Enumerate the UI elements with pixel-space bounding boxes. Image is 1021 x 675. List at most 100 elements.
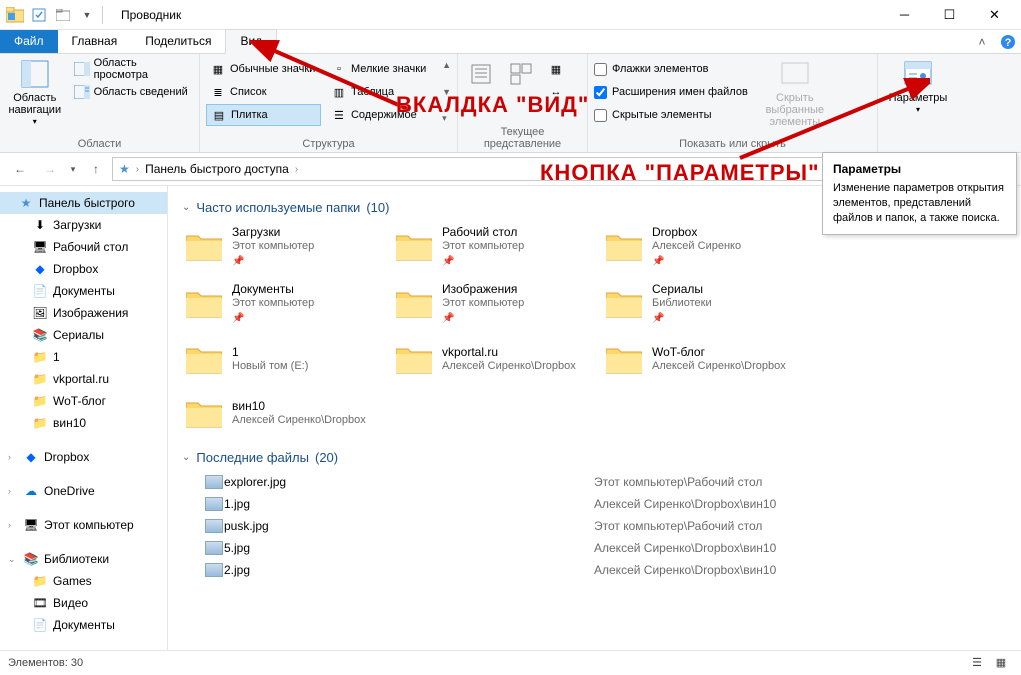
folder-location: Алексей Сиренко\Dropbox <box>652 360 786 374</box>
tree-onedrive[interactable]: ›☁OneDrive <box>0 480 167 502</box>
file-row[interactable]: 1.jpgАлексей Сиренко\Dropbox\вин10 <box>182 493 1007 515</box>
tree-documents[interactable]: 📄Документы <box>0 280 167 302</box>
sort-by-button[interactable] <box>464 58 498 103</box>
add-columns-button[interactable]: ▦ <box>544 58 568 80</box>
document-icon: 📄 <box>32 617 48 633</box>
folder-icon: 📁 <box>32 393 48 409</box>
view-details-button[interactable]: ☰ <box>965 653 989 673</box>
file-row[interactable]: explorer.jpgЭтот компьютер\Рабочий стол <box>182 471 1007 493</box>
tree-serials[interactable]: 📚Сериалы <box>0 324 167 346</box>
folder-name: Рабочий стол <box>442 225 524 240</box>
folder-name: Загрузки <box>232 225 314 240</box>
checkbox-hidden-items[interactable]: Скрытые элементы <box>594 104 748 126</box>
layout-list[interactable]: ≣Список <box>206 81 321 103</box>
qat-dropdown-icon[interactable]: ▼ <box>76 4 98 26</box>
file-row[interactable]: 5.jpgАлексей Сиренко\Dropbox\вин10 <box>182 537 1007 559</box>
file-row[interactable]: pusk.jpgЭтот компьютер\Рабочий стол <box>182 515 1007 537</box>
nav-up-button[interactable]: ↑ <box>82 156 110 182</box>
nav-recent-dropdown[interactable]: ▾ <box>66 156 80 182</box>
file-row[interactable]: 2.jpgАлексей Сиренко\Dropbox\вин10 <box>182 559 1007 581</box>
tree-dropbox-root[interactable]: ›◆Dropbox <box>0 446 167 468</box>
collapse-ribbon-icon[interactable]: ˄ <box>969 31 995 53</box>
folder-name: Сериалы <box>652 282 712 297</box>
group-label-layout: Структура <box>206 136 451 150</box>
tree-libraries[interactable]: ⌄📚Библиотеки <box>0 548 167 570</box>
folder-icon <box>394 340 434 380</box>
tab-share[interactable]: Поделиться <box>131 30 225 53</box>
minimize-button[interactable]: ─ <box>882 1 927 29</box>
layout-scroll-down-icon[interactable]: ▼ <box>442 87 451 97</box>
folder-tile[interactable]: ДокументыЭтот компьютер📌 <box>182 278 392 335</box>
ribbon-group-panes: Область навигации ▾ Область просмотра Об… <box>0 54 200 152</box>
chevron-down-icon: ⌄ <box>182 452 190 463</box>
folder-tile[interactable]: WoT-блогАлексей Сиренко\Dropbox <box>602 336 812 390</box>
checkbox-item-checkboxes[interactable]: Флажки элементов <box>594 58 748 80</box>
file-path: Алексей Сиренко\Dropbox\вин10 <box>594 497 776 511</box>
tree-one[interactable]: 📁1 <box>0 346 167 368</box>
maximize-button[interactable]: ☐ <box>927 1 972 29</box>
navigation-tree[interactable]: ★Панель быстрого ⬇Загрузки 🖥Рабочий стол… <box>0 186 168 650</box>
separator <box>102 6 103 24</box>
chevron-down-icon: ⌄ <box>182 202 190 213</box>
qat-properties-icon[interactable] <box>28 4 50 26</box>
tree-pictures[interactable]: 🖼Изображения <box>0 302 167 324</box>
tree-downloads[interactable]: ⬇Загрузки <box>0 214 167 236</box>
hide-selected-button[interactable]: Скрыть выбранные элементы <box>754 58 836 128</box>
folder-name: вин10 <box>232 399 366 414</box>
layout-regular-icons[interactable]: ▦Обычные значки <box>206 58 321 80</box>
tab-home[interactable]: Главная <box>58 30 132 53</box>
group-by-button[interactable] <box>504 58 538 103</box>
folder-tile[interactable]: ИзображенияЭтот компьютер📌 <box>392 278 602 335</box>
layout-expand-icon[interactable]: ▾ <box>442 113 451 124</box>
image-file-icon <box>204 517 224 535</box>
download-icon: ⬇ <box>32 217 48 233</box>
tree-desktop[interactable]: 🖥Рабочий стол <box>0 236 167 258</box>
file-name: pusk.jpg <box>224 519 594 533</box>
tree-this-pc[interactable]: ›🖥Этот компьютер <box>0 514 167 536</box>
tab-view[interactable]: Вид <box>225 29 277 54</box>
layout-content[interactable]: ☰Содержимое <box>327 104 436 126</box>
file-path: Этот компьютер\Рабочий стол <box>594 475 762 489</box>
layout-scroll-up-icon[interactable]: ▲ <box>442 60 451 70</box>
folder-icon: 📁 <box>32 415 48 431</box>
folder-tile[interactable]: Рабочий столЭтот компьютер📌 <box>392 221 602 278</box>
folder-tile[interactable]: vkportal.ruАлексей Сиренко\Dropbox <box>392 336 602 390</box>
folder-location: Этот компьютер <box>232 297 314 311</box>
view-tiles-button[interactable]: ▦ <box>989 653 1013 673</box>
folder-tile[interactable]: ЗагрузкиЭтот компьютер📌 <box>182 221 392 278</box>
qat-new-folder-icon[interactable] <box>52 4 74 26</box>
layout-table[interactable]: ▥Таблица <box>327 81 436 103</box>
checkbox-extensions[interactable]: Расширения имен файлов <box>594 81 748 103</box>
folder-tile[interactable]: вин10Алексей Сиренко\Dropbox <box>182 390 392 444</box>
layout-tiles[interactable]: ▤Плитка <box>206 104 321 126</box>
help-icon[interactable]: ? <box>995 31 1021 53</box>
navigation-pane-button[interactable]: Область навигации ▾ <box>6 58 64 127</box>
folder-tile[interactable]: DropboxАлексей Сиренко📌 <box>602 221 812 278</box>
preview-pane-button[interactable]: Область просмотра <box>70 58 193 80</box>
tree-wot[interactable]: 📁WoT-блог <box>0 390 167 412</box>
nav-back-button[interactable]: ← <box>6 156 34 182</box>
pin-icon: 📌 <box>652 256 741 269</box>
tooltip-body: Изменение параметров открытия элементов,… <box>833 181 1006 226</box>
layout-small-icons[interactable]: ▫Мелкие значки <box>327 58 436 80</box>
tree-quick-access[interactable]: ★Панель быстрого <box>0 192 167 214</box>
options-button[interactable]: Параметры ▾ <box>884 58 952 115</box>
tab-file[interactable]: Файл <box>0 30 58 53</box>
pin-icon: 📌 <box>652 313 712 326</box>
nav-forward-button[interactable]: → <box>36 156 64 182</box>
tree-games[interactable]: 📁Games <box>0 570 167 592</box>
image-file-icon <box>204 473 224 491</box>
details-pane-button[interactable]: Область сведений <box>70 81 193 103</box>
tree-dropbox[interactable]: ◆Dropbox <box>0 258 167 280</box>
close-button[interactable]: ✕ <box>972 1 1017 29</box>
folder-tile[interactable]: 1Новый том (E:) <box>182 336 392 390</box>
image-file-icon <box>204 495 224 513</box>
size-columns-button[interactable]: ↔ <box>544 81 568 103</box>
pin-icon: 📌 <box>442 313 524 326</box>
section-recent-files[interactable]: ⌄ Последние файлы (20) <box>182 444 1007 471</box>
tree-video[interactable]: 🎞Видео <box>0 592 167 614</box>
tree-vkportal[interactable]: 📁vkportal.ru <box>0 368 167 390</box>
tree-docs[interactable]: 📄Документы <box>0 614 167 636</box>
tree-win10[interactable]: 📁вин10 <box>0 412 167 434</box>
folder-tile[interactable]: СериалыБиблиотеки📌 <box>602 278 812 335</box>
